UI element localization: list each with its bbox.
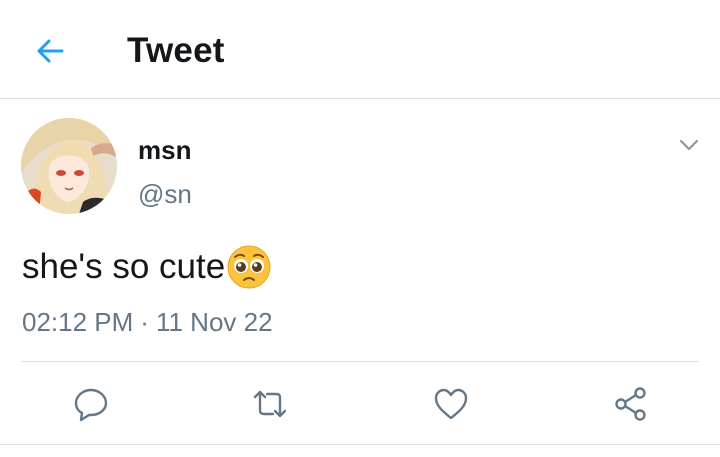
share-icon: [615, 387, 646, 421]
like-button[interactable]: [431, 384, 471, 424]
reply-button[interactable]: [71, 384, 111, 424]
top-bar: Tweet: [0, 0, 720, 99]
tweet-date: 11 Nov 22: [155, 307, 273, 337]
pleading-face-emoji-icon: [227, 245, 271, 289]
retweet-icon: [253, 390, 287, 418]
retweet-button[interactable]: [250, 384, 290, 424]
avatar-image: [21, 118, 117, 214]
more-options-button[interactable]: [676, 132, 702, 158]
tweet-actions: [0, 384, 720, 424]
reply-icon: [74, 388, 108, 422]
tweet-time: 02:12 PM: [22, 307, 134, 337]
author-handle[interactable]: @sn: [138, 179, 192, 210]
author-name[interactable]: msn: [138, 135, 191, 166]
share-button[interactable]: [611, 384, 651, 424]
tweet-timestamp: 02:12 PM · 11 Nov 22: [22, 307, 273, 338]
back-button[interactable]: [31, 33, 67, 69]
tweet-text-content: she's so cute: [22, 247, 226, 286]
tweet-text: she's so cute: [22, 244, 272, 290]
heart-icon: [434, 388, 468, 420]
avatar[interactable]: [21, 118, 117, 214]
timestamp-separator: ·: [140, 307, 149, 337]
page-title: Tweet: [127, 31, 225, 70]
bottom-divider: [0, 444, 720, 445]
chevron-down-icon: [679, 139, 699, 151]
divider: [22, 361, 698, 362]
arrow-left-icon: [37, 39, 64, 63]
